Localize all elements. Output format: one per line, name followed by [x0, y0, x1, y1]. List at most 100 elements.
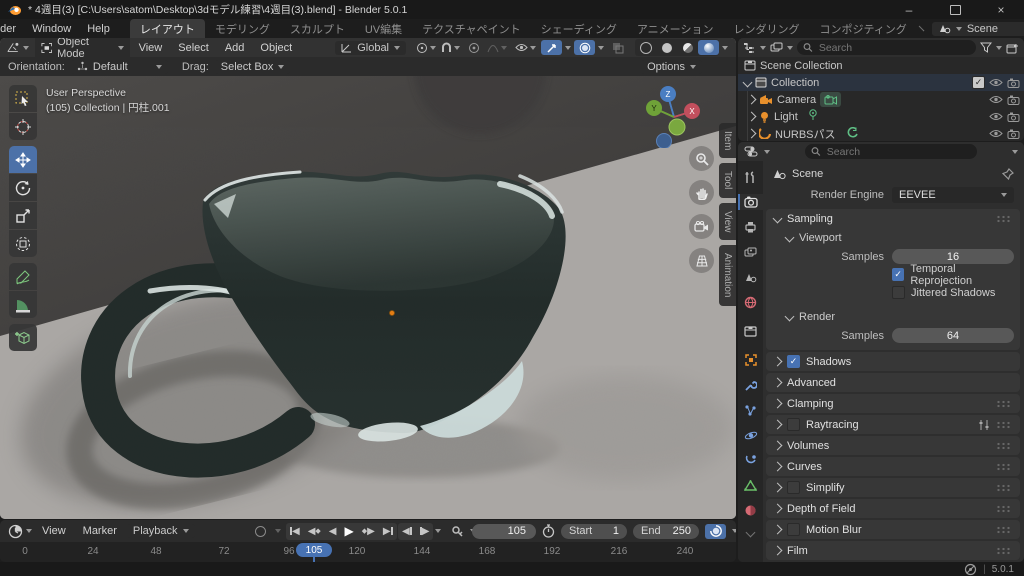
properties-search-input[interactable]	[825, 145, 971, 159]
tab-collection[interactable]	[738, 323, 763, 339]
render-engine-dropdown[interactable]: EEVEE	[892, 187, 1014, 203]
jump-to-start-button[interactable]: ◀	[286, 523, 304, 539]
eye-icon[interactable]	[989, 95, 1003, 104]
clamping-panel-header[interactable]: Clamping	[766, 394, 1020, 413]
menu-help[interactable]: Help	[79, 23, 118, 35]
sidebar-tab-item[interactable]: Item	[719, 123, 736, 158]
navigation-gizmo[interactable]: Z Y X	[644, 84, 708, 148]
drag-grip-icon[interactable]	[996, 484, 1012, 492]
step-back-button[interactable]: ◀	[398, 523, 416, 539]
tool-move[interactable]	[9, 146, 37, 173]
workspace-tab-rendering[interactable]: レンダリング	[723, 19, 809, 38]
outliner-row-light[interactable]: Light	[747, 108, 1024, 125]
chevron-down-icon[interactable]	[598, 46, 604, 50]
filter-icon[interactable]	[980, 42, 992, 53]
chevron-down-icon[interactable]	[760, 46, 766, 50]
next-keyframe-button[interactable]: ◆▶	[358, 523, 379, 539]
advanced-panel-header[interactable]: Advanced	[766, 373, 1020, 392]
editor-type-icon[interactable]	[6, 41, 21, 54]
tabs-overflow-chevron[interactable]	[746, 528, 756, 538]
shading-solid[interactable]	[656, 40, 677, 55]
tab-world[interactable]	[738, 294, 763, 310]
viewport-menu-view[interactable]: View	[132, 42, 170, 54]
tab-output[interactable]	[738, 219, 763, 235]
simplify-checkbox[interactable]	[787, 481, 800, 494]
tab-object-data[interactable]	[738, 477, 763, 493]
viewport-menu-object[interactable]: Object	[253, 42, 299, 54]
render-subpanel-header[interactable]: Render	[766, 307, 1020, 326]
timeline-menu-playback[interactable]: Playback	[127, 524, 195, 538]
chevron-down-icon[interactable]	[275, 529, 281, 533]
sidebar-tab-view[interactable]: View	[719, 203, 736, 241]
render-visibility-icon[interactable]	[1007, 95, 1020, 105]
drag-grip-icon[interactable]	[996, 442, 1012, 450]
drag-grip-icon[interactable]	[996, 421, 1012, 429]
drag-grip-icon[interactable]	[996, 463, 1012, 471]
chevron-right-icon[interactable]	[918, 26, 924, 32]
overlays-toggle[interactable]	[574, 40, 595, 55]
tool-scale[interactable]	[9, 202, 37, 229]
proportional-edit-icon[interactable]	[463, 40, 484, 55]
sidebar-tab-tool[interactable]: Tool	[719, 163, 736, 197]
properties-search[interactable]	[805, 144, 977, 159]
drag-grip-icon[interactable]	[996, 400, 1012, 408]
tool-add-cube[interactable]	[9, 324, 37, 351]
tab-constraints[interactable]	[738, 452, 763, 468]
menu-render[interactable]: Render	[0, 23, 24, 35]
timeline-menu-view[interactable]: View	[35, 525, 73, 537]
start-frame-field[interactable]: Start 1	[561, 524, 627, 539]
chevron-down-icon[interactable]	[23, 46, 29, 50]
eye-icon[interactable]	[989, 129, 1003, 138]
object-visibility-icon[interactable]	[513, 40, 538, 55]
workspace-tab-modeling[interactable]: モデリング	[205, 19, 280, 38]
gizmo-toggle[interactable]	[541, 40, 562, 55]
xray-toggle[interactable]	[607, 40, 628, 55]
outliner-row-nurbs-path[interactable]: NURBSパス	[747, 125, 1024, 141]
falloff-curve-icon[interactable]	[485, 40, 509, 55]
outliner-row-camera[interactable]: Camera	[747, 91, 1024, 108]
tab-scene[interactable]	[738, 269, 763, 285]
expand-icon[interactable]	[747, 112, 757, 122]
tool-annotate[interactable]	[9, 263, 37, 290]
shadows-panel-header[interactable]: ✓ Shadows	[766, 352, 1020, 371]
options-chevron-icon[interactable]	[1012, 150, 1018, 154]
film-panel-header[interactable]: Film	[766, 541, 1020, 560]
chevron-down-icon[interactable]	[435, 529, 441, 533]
shadows-checkbox[interactable]: ✓	[787, 355, 800, 368]
tab-object[interactable]	[738, 352, 763, 368]
shading-wireframe[interactable]	[635, 40, 656, 55]
viewport-menu-add[interactable]: Add	[218, 42, 252, 54]
outliner-search[interactable]	[797, 40, 976, 55]
play-button[interactable]: ▶	[341, 523, 358, 539]
pivot-point-icon[interactable]	[414, 40, 438, 55]
preview-range-icon[interactable]	[542, 524, 555, 538]
drag-grip-icon[interactable]	[996, 505, 1012, 513]
current-frame-field[interactable]: 105	[472, 524, 536, 539]
timeline-menu-marker[interactable]: Marker	[76, 525, 124, 537]
prev-keyframe-button[interactable]: ◀◆	[304, 523, 325, 539]
auto-key-record-icon[interactable]	[250, 524, 271, 539]
curves-panel-header[interactable]: Curves	[766, 457, 1020, 476]
outliner-editor-icon[interactable]	[743, 42, 756, 54]
sliders-icon[interactable]	[978, 419, 990, 431]
step-forward-button[interactable]: ▶	[416, 523, 434, 539]
new-collection-icon[interactable]	[1006, 42, 1019, 54]
sampling-panel-header[interactable]: Sampling	[766, 209, 1020, 228]
tool-cursor[interactable]	[9, 113, 37, 140]
chevron-down-icon[interactable]	[26, 529, 32, 533]
restore-button[interactable]	[932, 0, 978, 19]
tab-modifiers[interactable]	[738, 377, 763, 393]
orientation-dropdown[interactable]: Default	[71, 60, 168, 74]
drag-grip-icon[interactable]	[996, 215, 1012, 223]
depth-of-field-panel-header[interactable]: Depth of Field	[766, 499, 1020, 518]
workspace-tab-uv[interactable]: UV編集	[355, 19, 412, 38]
tab-particles[interactable]	[738, 402, 763, 418]
sidebar-tab-animation[interactable]: Animation	[719, 245, 736, 305]
playback-sync-toggle[interactable]	[705, 524, 726, 539]
jump-to-end-button[interactable]: ▶	[379, 523, 397, 539]
tool-rotate[interactable]	[9, 174, 37, 201]
tool-measure[interactable]	[9, 291, 37, 318]
volumes-panel-header[interactable]: Volumes	[766, 436, 1020, 455]
tab-render[interactable]	[738, 194, 763, 210]
workspace-tab-shading[interactable]: シェーディング	[531, 19, 627, 38]
